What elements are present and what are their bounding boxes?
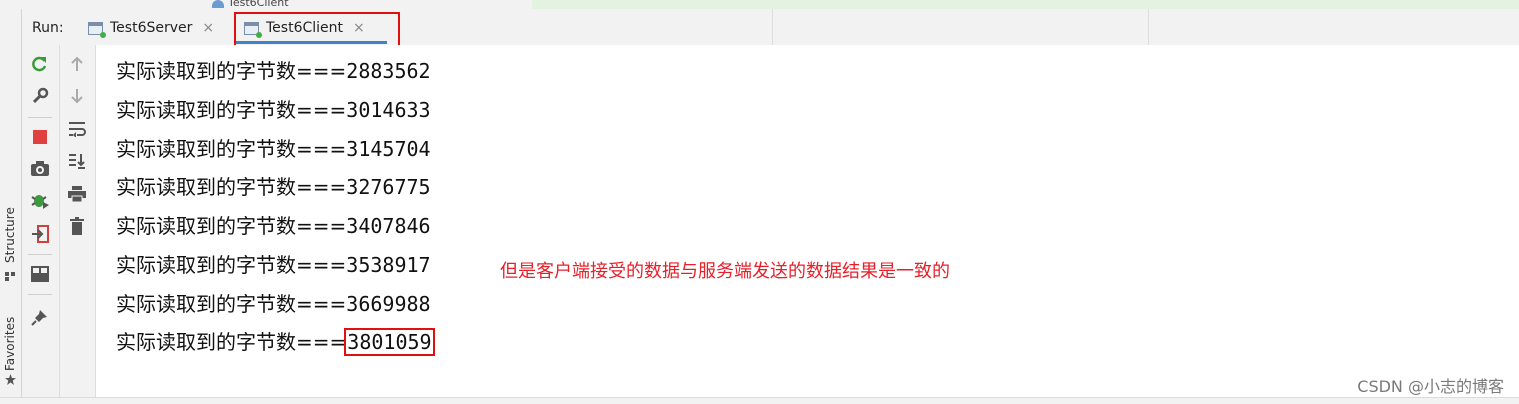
- tab-label: Test6Server: [110, 20, 193, 36]
- divider: [772, 9, 773, 45]
- left-tool-strip: Structure Favorites: [0, 9, 22, 403]
- editor-tab-ghost-label: Test6Client: [228, 0, 289, 9]
- run-toolbar-primary: [22, 45, 60, 403]
- tab-test6server[interactable]: Test6Server ×: [88, 15, 214, 41]
- editor-tab-strip: Test6Client: [0, 0, 1519, 9]
- debug-button[interactable]: [29, 190, 51, 212]
- stop-icon: [33, 130, 47, 144]
- run-toolbar-secondary: [60, 45, 96, 403]
- console-line: 实际读取到的字节数===3014633: [116, 98, 431, 122]
- wrench-icon: [32, 87, 49, 104]
- console-line: 实际读取到的字节数===3145704: [116, 137, 431, 161]
- divider: [1148, 9, 1149, 45]
- star-icon: [5, 374, 16, 385]
- restore-layout-button[interactable]: [29, 263, 51, 285]
- console-line: 实际读取到的字节数===3276775: [116, 175, 431, 199]
- console-line: 实际读取到的字节数===3538917: [116, 253, 431, 277]
- run-label: Run:: [32, 20, 64, 36]
- previous-occurrence-button[interactable]: [66, 53, 88, 75]
- exit-button[interactable]: [29, 223, 51, 245]
- annotation-text: 但是客户端接受的数据与服务端发送的数据结果是一致的: [500, 261, 950, 282]
- settings-button[interactable]: [29, 85, 51, 107]
- line-label: 实际读取到的字节数===: [116, 253, 347, 277]
- layout-icon: [31, 266, 49, 282]
- console-line: 实际读取到的字节数===2883562: [116, 59, 431, 83]
- divider: [28, 117, 52, 118]
- line-label: 实际读取到的字节数===: [116, 292, 347, 316]
- pin-icon: [31, 310, 47, 326]
- clear-all-button[interactable]: [66, 215, 88, 237]
- line-label: 实际读取到的字节数===: [116, 137, 347, 161]
- console-line: 实际读取到的字节数===3407846: [116, 214, 431, 238]
- structure-tool-button[interactable]: Structure: [3, 207, 17, 263]
- scroll-to-end-button[interactable]: [66, 150, 88, 172]
- line-label: 实际读取到的字节数===: [116, 214, 347, 238]
- camera-icon: [31, 161, 49, 176]
- line-label: 实际读取到的字节数===: [116, 330, 347, 354]
- dump-threads-button[interactable]: [29, 158, 51, 180]
- divider: [28, 254, 52, 255]
- stop-button[interactable]: [29, 126, 51, 148]
- close-icon[interactable]: ×: [202, 20, 214, 36]
- structure-icon: [5, 272, 15, 281]
- console-output[interactable]: 实际读取到的字节数===2883562 实际读取到的字节数===3014633 …: [96, 45, 1519, 397]
- divider: [28, 294, 52, 295]
- console-line: 实际读取到的字节数===3801059: [116, 328, 435, 356]
- favorites-tool-button[interactable]: Favorites: [3, 317, 17, 371]
- line-label: 实际读取到的字节数===: [116, 59, 347, 83]
- editor-highlight: [532, 0, 1519, 9]
- watermark: CSDN @小志的博客: [1357, 377, 1504, 396]
- arrow-up-icon: [71, 56, 83, 71]
- print-button[interactable]: [66, 183, 88, 205]
- scroll-to-end-icon: [69, 154, 85, 169]
- rerun-button[interactable]: [29, 53, 51, 75]
- java-class-icon: [212, 0, 224, 8]
- rerun-icon: [32, 56, 47, 72]
- line-label: 实际读取到的字节数===: [116, 175, 347, 199]
- line-value: 2883562: [346, 59, 431, 83]
- pin-tab-button[interactable]: [29, 306, 51, 328]
- highlighted-value: 3801059: [344, 328, 435, 356]
- trash-icon: [70, 217, 84, 235]
- arrow-down-icon: [71, 89, 83, 104]
- line-value: 3538917: [346, 253, 431, 277]
- line-value: 3014633: [346, 98, 431, 122]
- soft-wrap-button[interactable]: [66, 118, 88, 140]
- line-value: 3669988: [346, 292, 431, 316]
- line-label: 实际读取到的字节数===: [116, 98, 347, 122]
- soft-wrap-icon: [69, 122, 86, 137]
- line-value: 3276775: [346, 175, 431, 199]
- console-line: 实际读取到的字节数===3669988: [116, 292, 431, 316]
- line-value: 3145704: [346, 137, 431, 161]
- line-value: 3407846: [346, 214, 431, 238]
- print-icon: [68, 186, 86, 202]
- login-icon: [32, 225, 49, 243]
- next-occurrence-button[interactable]: [66, 85, 88, 107]
- debug-icon: [31, 195, 49, 209]
- editor-tab-ghost[interactable]: Test6Client: [212, 0, 342, 9]
- run-config-icon: [88, 21, 106, 38]
